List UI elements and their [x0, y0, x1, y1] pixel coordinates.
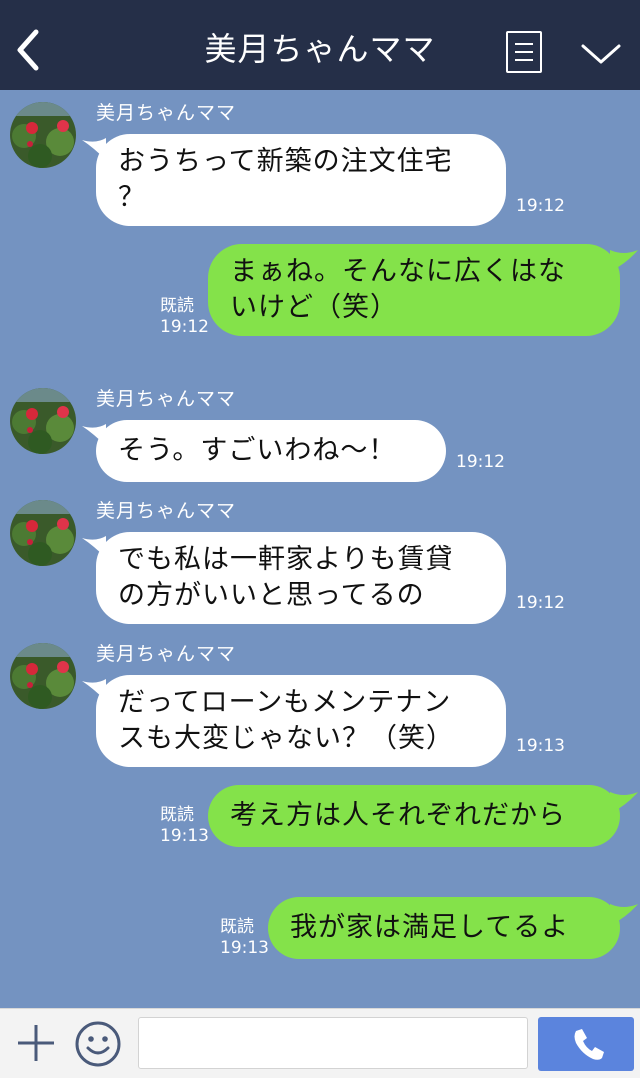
message-text: いけど（笑）	[230, 292, 398, 323]
avatar[interactable]	[10, 500, 76, 566]
read-receipt: 既読	[160, 805, 194, 825]
message-bubble[interactable]: でも私は一軒家よりも賃貸 の方がいいと思ってるの	[96, 532, 506, 624]
message-bubble[interactable]: おうちって新築の注文住宅 ？	[96, 134, 506, 226]
emoji-button[interactable]	[74, 1020, 122, 1068]
dropdown-button[interactable]	[578, 34, 624, 74]
message-time: 19:12	[516, 196, 565, 216]
message-text: 我が家は満足してるよ	[290, 912, 570, 943]
message-text: でも私は一軒家よりも賃貸	[118, 544, 454, 575]
sender-name: 美月ちゃんママ	[96, 643, 237, 665]
message-time: 19:13	[516, 736, 565, 756]
message-time: 19:13	[220, 938, 269, 958]
message-text: スも大変じゃない？（笑）	[118, 723, 454, 754]
call-button[interactable]	[538, 1017, 634, 1071]
message-text: だってローンもメンテナン	[118, 687, 452, 718]
smiley-icon	[75, 1021, 121, 1067]
phone-icon	[574, 1029, 604, 1060]
menu-lines-icon	[515, 43, 533, 45]
message-bubble[interactable]: 考え方は人それぞれだから	[208, 785, 620, 847]
chevron-left-icon	[17, 29, 39, 71]
sender-name: 美月ちゃんママ	[96, 102, 237, 124]
message-text: ？	[118, 182, 146, 213]
input-bar	[0, 1008, 640, 1078]
read-receipt: 既読	[160, 296, 194, 316]
message-bubble[interactable]: 我が家は満足してるよ	[268, 897, 620, 959]
back-button[interactable]	[10, 24, 50, 74]
avatar[interactable]	[10, 643, 76, 709]
message-text: 考え方は人それぞれだから	[230, 800, 566, 831]
sender-name: 美月ちゃんママ	[96, 388, 237, 410]
read-receipt: 既読	[220, 917, 254, 937]
avatar[interactable]	[10, 388, 76, 454]
add-button[interactable]	[14, 1021, 58, 1065]
message-input[interactable]	[138, 1017, 528, 1069]
message-bubble[interactable]: だってローンもメンテナン スも大変じゃない？（笑）	[96, 675, 506, 767]
message-bubble[interactable]: そう。すごいわね〜！	[96, 420, 446, 482]
avatar[interactable]	[10, 102, 76, 168]
chat-area[interactable]: 美月ちゃんママ おうちって新築の注文住宅 ？ 19:12 既読 19:12 まぁ…	[0, 90, 640, 1008]
message-bubble[interactable]: まぁね。そんなに広くはな いけど（笑）	[208, 244, 620, 336]
message-time: 19:13	[160, 826, 209, 846]
message-text: そう。すごいわね〜！	[118, 435, 397, 466]
sender-name: 美月ちゃんママ	[96, 500, 237, 522]
message-text: の方がいいと思ってるの	[118, 580, 425, 611]
message-text: まぁね。そんなに広くはな	[230, 256, 566, 287]
chat-header: 美月ちゃんママ	[0, 0, 640, 90]
message-time: 19:12	[456, 452, 505, 472]
chat-title: 美月ちゃんママ	[204, 30, 436, 68]
message-time: 19:12	[516, 593, 565, 613]
chevron-down-icon	[581, 44, 621, 64]
menu-button[interactable]	[506, 31, 542, 73]
message-text: おうちって新築の注文住宅	[118, 146, 453, 177]
plus-icon	[18, 1025, 54, 1061]
message-time: 19:12	[160, 317, 209, 337]
